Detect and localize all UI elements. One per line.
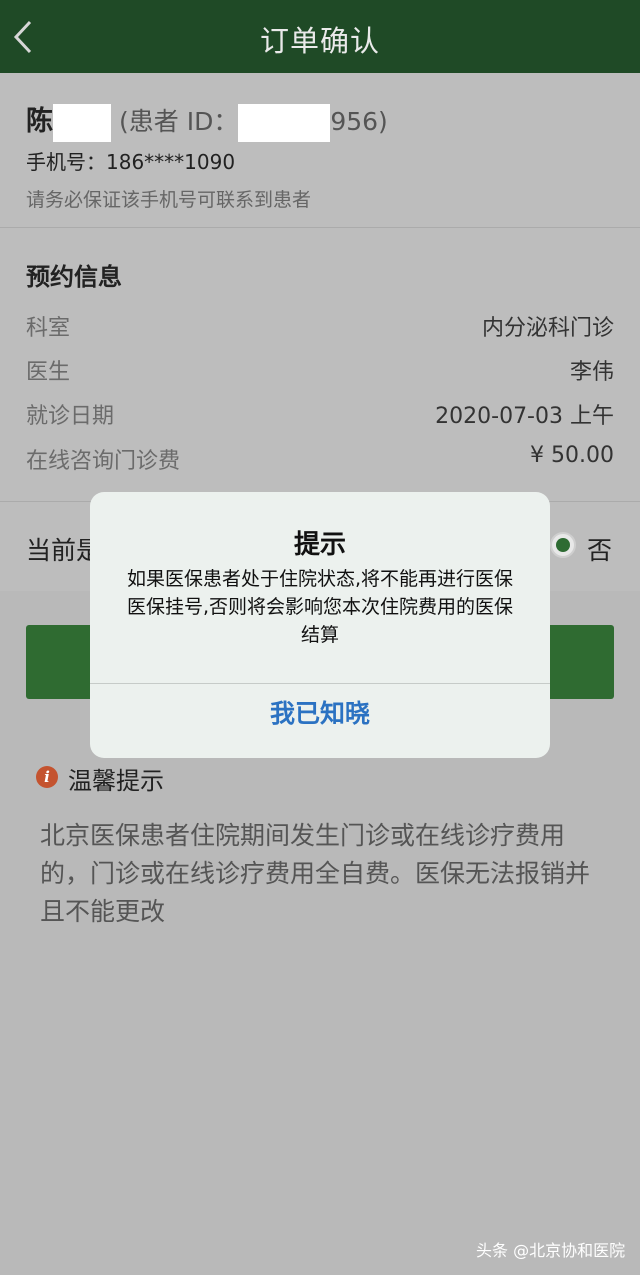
tips-title: 温馨提示	[68, 767, 164, 795]
tips-text: 北京医保患者住院期间发生门诊或在线诊疗费用的，门诊或在线诊疗费用全自费。医保无法…	[40, 821, 591, 926]
patient-surname: 陈	[26, 106, 53, 137]
app-header: 订单确认	[0, 0, 640, 73]
info-row-doctor: 医生 李伟	[26, 354, 614, 386]
alert-dialog: 提示 如果医保患者处于住院状态,将不能再进行医保医保挂号,否则将会影响您本次住院…	[90, 492, 550, 758]
appointment-section: 预约信息 科室 内分泌科门诊 医生 李伟 就诊日期 2020-07-03 上午 …	[0, 228, 640, 502]
dialog-title: 提示	[293, 530, 346, 560]
phone-row: 手机号：186****1090	[26, 146, 235, 175]
info-label: 科室	[26, 316, 71, 341]
info-label: 在线咨询门诊费	[26, 449, 181, 474]
patient-id-suffix: 956)	[330, 107, 388, 136]
patient-id-label: (患者 ID：	[119, 107, 239, 136]
patient-info-section: 陈 (患者 ID： 956) 手机号：186****1090 请务必保证该手机号可联…	[0, 73, 640, 228]
info-value: ¥ 50.00	[530, 443, 614, 468]
info-value: 内分泌科门诊	[481, 316, 614, 341]
info-row-fee: 在线咨询门诊费 ¥ 50.00	[26, 443, 614, 475]
info-value: 2020-07-03 上午	[435, 404, 614, 429]
phone-number: 186****1090	[106, 150, 236, 174]
watermark: 头条 @北京协和医院	[476, 1241, 626, 1260]
phone-note: 请务必保证该手机号可联系到患者	[26, 189, 312, 211]
info-icon: i	[36, 766, 58, 788]
patient-name-row: 陈 (患者 ID： 956)	[26, 99, 388, 142]
info-row-date: 就诊日期 2020-07-03 上午	[26, 398, 614, 430]
radio-no-label: 否	[587, 536, 613, 565]
phone-label: 手机号：	[26, 150, 106, 174]
info-label: 就诊日期	[26, 404, 115, 429]
page-title: 订单确认	[259, 24, 380, 58]
appointment-title: 预约信息	[26, 263, 122, 291]
radio-no-selected[interactable]	[550, 532, 576, 558]
dialog-message: 如果医保患者处于住院状态,将不能再进行医保医保挂号,否则将会影响您本次住院费用的…	[126, 568, 514, 646]
masked-name	[53, 104, 111, 142]
info-label: 医生	[26, 360, 71, 385]
info-row-department: 科室 内分泌科门诊	[26, 310, 614, 342]
acknowledge-button[interactable]: 我已知晓	[90, 684, 550, 758]
masked-id	[238, 104, 331, 142]
info-value: 李伟	[569, 360, 614, 385]
